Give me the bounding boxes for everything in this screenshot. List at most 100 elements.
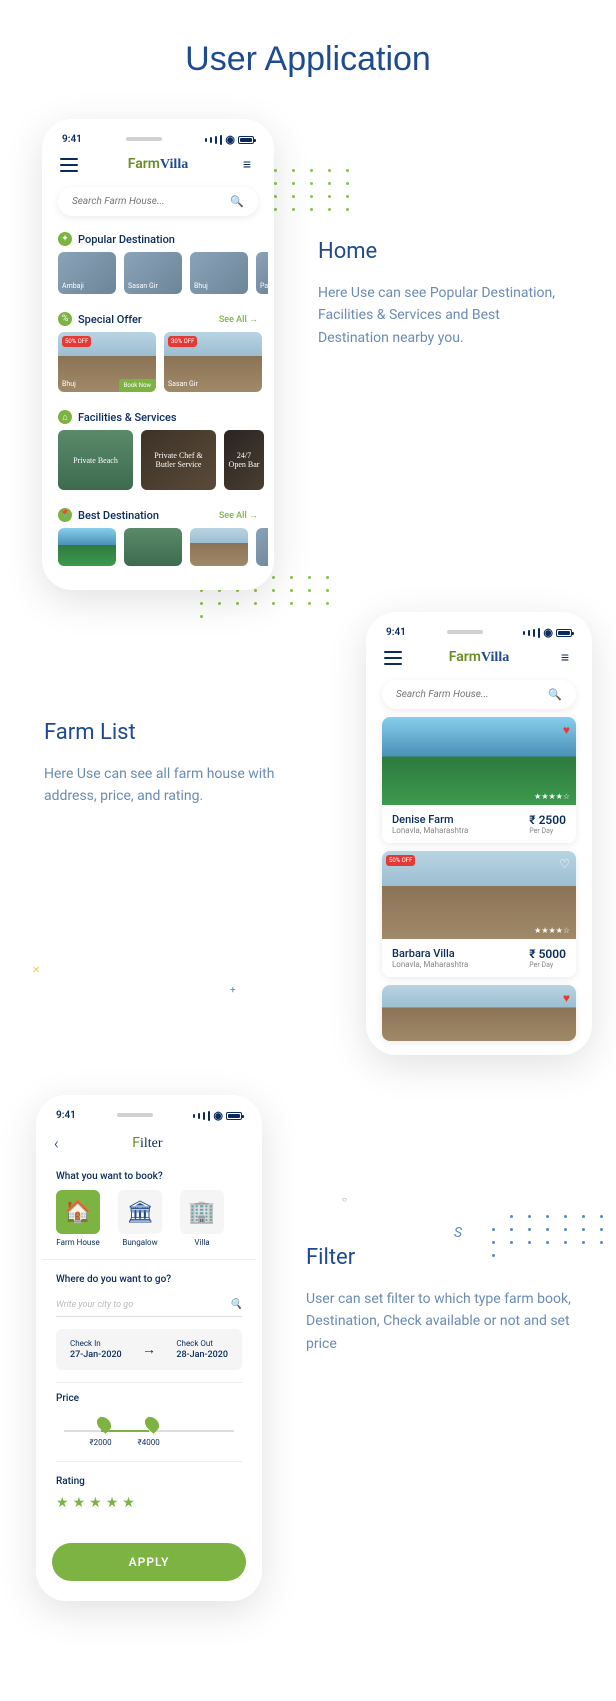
- star-icon[interactable]: ★: [122, 1495, 135, 1511]
- dest-card[interactable]: Ambaji: [58, 252, 116, 294]
- dest-card[interactable]: Bhuj: [190, 252, 248, 294]
- facilities-header: ⌂ Facilities & Services: [48, 402, 268, 430]
- status-icons: ◉: [205, 133, 254, 146]
- discount-tag: 30% OFF: [168, 336, 197, 347]
- decoration-plus: +: [230, 985, 236, 996]
- heart-icon[interactable]: ♥: [563, 991, 570, 1005]
- offer-header: % Special Offer See All →: [48, 304, 268, 332]
- home-heading: Home: [318, 239, 572, 264]
- best-row[interactable]: [48, 528, 268, 576]
- rating-filter[interactable]: Rating ★★★★★: [42, 1476, 256, 1525]
- best-card[interactable]: [256, 528, 268, 566]
- farmhouse-icon: 🏠: [56, 1190, 100, 1234]
- list-description: Farm List Here Use can see all farm hous…: [24, 720, 342, 808]
- app-header: FarmVilla ≡: [48, 150, 268, 179]
- list-text: Here Use can see all farm house with add…: [44, 763, 322, 808]
- best-card[interactable]: [190, 528, 248, 566]
- destination-question: Where do you want to go?: [42, 1264, 256, 1293]
- heart-icon[interactable]: ♡: [559, 857, 570, 871]
- offer-row[interactable]: 50% OFF Bhuj Book Now 30% OFF Sasan Gir: [48, 332, 268, 402]
- checkin[interactable]: Check In 27-Jan-2020: [70, 1339, 122, 1360]
- menu-icon[interactable]: [384, 651, 402, 665]
- filter-icon[interactable]: ≡: [238, 158, 256, 172]
- status-time: 9:41: [56, 1110, 76, 1121]
- search-icon[interactable]: 🔍: [230, 1299, 242, 1310]
- offer-card[interactable]: 30% OFF Sasan Gir: [164, 332, 262, 392]
- pin-icon: 📍: [58, 508, 72, 522]
- battery-icon: [556, 629, 572, 637]
- popular-row[interactable]: Ambaji Sasan Gir Bhuj Pa: [48, 252, 268, 304]
- search-bar[interactable]: 🔍: [382, 680, 576, 709]
- page-title: User Application: [0, 40, 616, 79]
- status-bar: 9:41 ◉: [42, 1103, 256, 1126]
- notch: [447, 630, 483, 634]
- battery-icon: [226, 1112, 242, 1120]
- farm-name: Denise Farm: [392, 813, 468, 826]
- apply-button[interactable]: APPLY: [52, 1543, 246, 1581]
- price-slider[interactable]: ₹2000 ₹4000: [56, 1430, 242, 1462]
- type-villa[interactable]: 🏢 Villa: [180, 1190, 224, 1247]
- star-icon[interactable]: ★: [73, 1495, 86, 1511]
- rating-stars[interactable]: ★★★★★: [56, 1495, 242, 1511]
- type-farmhouse[interactable]: 🏠 Farm House: [56, 1190, 100, 1247]
- back-icon[interactable]: ‹: [54, 1134, 59, 1153]
- decoration-dots: [492, 1215, 616, 1257]
- type-row: 🏠 Farm House 🏛 Bungalow 🏢 Villa: [42, 1190, 256, 1260]
- type-bungalow[interactable]: 🏛 Bungalow: [118, 1190, 162, 1247]
- dest-card[interactable]: Pa: [256, 252, 268, 294]
- facilities-row[interactable]: Private Beach Private Chef & Butler Serv…: [48, 430, 268, 500]
- best-title: Best Destination: [78, 509, 213, 522]
- farm-card[interactable]: 50% OFF ♡ ★★★★☆ Barbara Villa Lonavla, M…: [382, 851, 576, 977]
- rating-stars: ★★★★☆: [534, 792, 570, 801]
- notch: [117, 1113, 153, 1117]
- search-input[interactable]: [72, 196, 230, 207]
- logo: FarmVilla: [449, 649, 509, 666]
- status-time: 9:41: [62, 134, 82, 145]
- book-now-button[interactable]: Book Now: [119, 379, 156, 392]
- farm-per: Per Day: [529, 827, 566, 835]
- best-card[interactable]: [124, 528, 182, 566]
- facilities-title: Facilities & Services: [78, 411, 258, 424]
- best-card[interactable]: [58, 528, 116, 566]
- home-screen: 9:41 ◉ FarmVilla ≡ 🔍 ✦ Popular Destinati…: [42, 119, 274, 590]
- search-icon[interactable]: 🔍: [548, 688, 562, 701]
- filter-text: User can set filter to which type farm b…: [306, 1288, 572, 1355]
- heart-icon[interactable]: ♥: [563, 723, 570, 737]
- popular-header: ✦ Popular Destination: [48, 224, 268, 252]
- facility-card[interactable]: 24/7 Open Bar: [224, 430, 264, 490]
- arrow-icon: →: [142, 1341, 156, 1358]
- star-icon[interactable]: ★: [56, 1495, 69, 1511]
- filter-screen-title: Filter: [71, 1135, 224, 1152]
- date-picker[interactable]: Check In 27-Jan-2020 → Check Out 28-Jan-…: [56, 1329, 242, 1370]
- farm-price: ₹ 5000: [529, 947, 566, 961]
- checkout[interactable]: Check Out 28-Jan-2020: [176, 1339, 228, 1360]
- search-input[interactable]: [396, 689, 548, 700]
- farm-card[interactable]: ♥: [382, 985, 576, 1041]
- filter-icon[interactable]: ≡: [556, 651, 574, 665]
- offer-card[interactable]: 50% OFF Bhuj Book Now: [58, 332, 156, 392]
- search-bar[interactable]: 🔍: [58, 187, 258, 216]
- status-bar: 9:41 ◉: [48, 127, 268, 150]
- facility-card[interactable]: Private Chef & Butler Service: [141, 430, 216, 490]
- city-input[interactable]: Write your city to go 🔍: [56, 1293, 242, 1317]
- filter-header: ‹ Filter: [42, 1126, 256, 1161]
- search-icon[interactable]: 🔍: [230, 195, 244, 208]
- wifi-icon: ◉: [213, 1109, 223, 1122]
- see-all-link[interactable]: See All →: [219, 314, 258, 325]
- status-icons: ◉: [523, 626, 572, 639]
- book-question: What you want to book?: [42, 1161, 256, 1190]
- dest-card[interactable]: Sasan Gir: [124, 252, 182, 294]
- wifi-icon: ◉: [225, 133, 235, 146]
- star-icon[interactable]: ★: [106, 1495, 119, 1511]
- filter-description: Filter User can set filter to which type…: [286, 1245, 592, 1355]
- see-all-link[interactable]: See All →: [219, 510, 258, 521]
- percent-icon: %: [58, 312, 72, 326]
- decoration-circle: ○: [342, 1195, 347, 1204]
- farm-card[interactable]: ♥ ★★★★☆ Denise Farm Lonavla, Maharashtra…: [382, 717, 576, 843]
- offer-label: Bhuj: [62, 380, 76, 388]
- facility-card[interactable]: Private Beach: [58, 430, 133, 490]
- star-icon[interactable]: ★: [89, 1495, 102, 1511]
- bungalow-icon: 🏛: [118, 1190, 162, 1234]
- price-label: Price: [42, 1383, 256, 1412]
- menu-icon[interactable]: [60, 158, 78, 172]
